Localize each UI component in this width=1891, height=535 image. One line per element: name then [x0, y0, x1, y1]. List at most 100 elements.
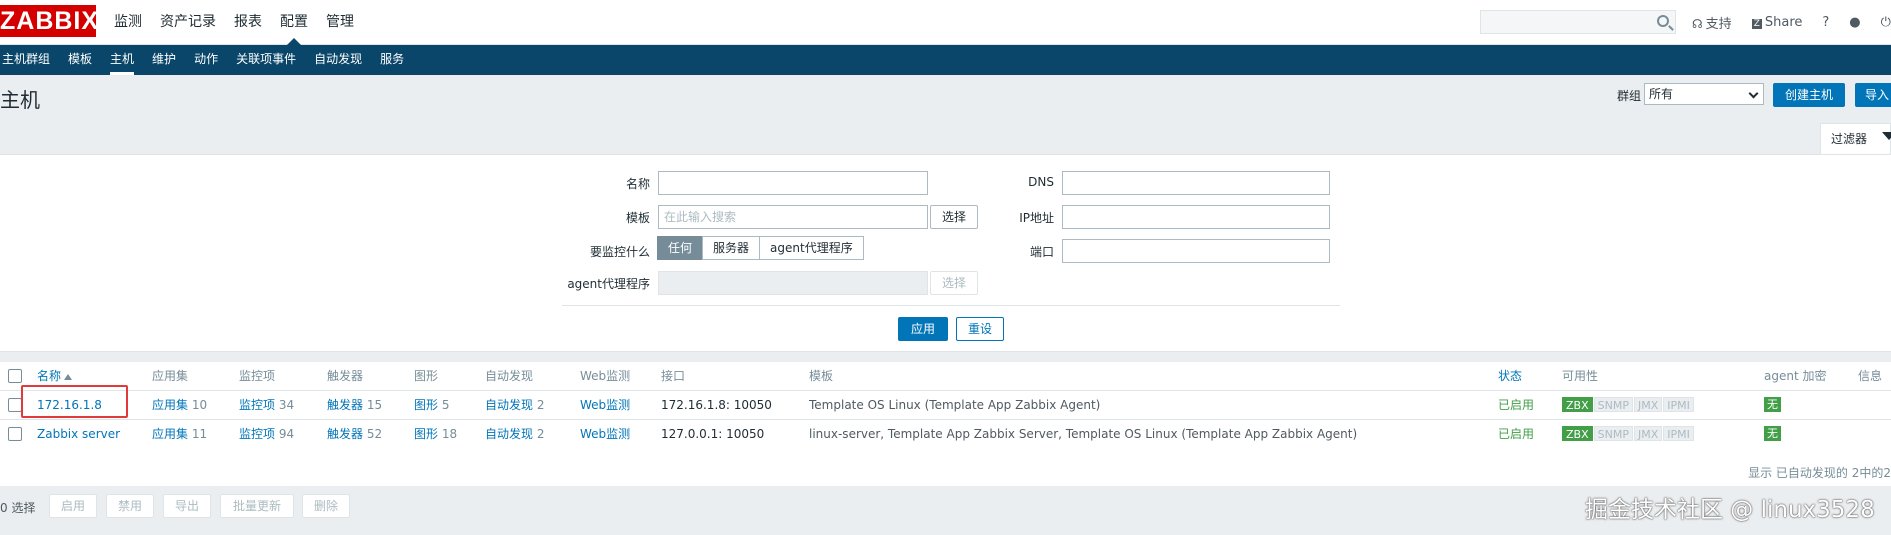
support-link[interactable]: ☊ 支持	[1692, 13, 1732, 32]
status-link[interactable]: 已启用	[1498, 420, 1534, 448]
col-status[interactable]: 状态	[1498, 362, 1522, 390]
monitored-by-any[interactable]: 任何	[657, 236, 704, 260]
monitored-by-proxy[interactable]: agent代理程序	[759, 236, 864, 260]
graphs-link[interactable]: 图形	[414, 427, 438, 441]
menu-reports[interactable]: 报表	[234, 0, 262, 45]
sub-menu: 主机群组 模板 主机 维护 动作 关联项事件 自动发现 服务	[0, 45, 1891, 75]
graphs-link[interactable]: 图形	[414, 398, 438, 412]
applications-link[interactable]: 应用集	[152, 427, 188, 441]
web-link[interactable]: Web监测	[580, 420, 630, 448]
templates-cell[interactable]: linux-server, Template App Zabbix Server…	[809, 420, 1357, 448]
triggers-link[interactable]: 触发器	[327, 427, 363, 441]
main-menu: 监测 资产记录 报表 配置 管理	[114, 0, 354, 46]
ip-field[interactable]	[1062, 205, 1330, 229]
submenu-hosts[interactable]: 主机	[110, 45, 135, 75]
templates-cell[interactable]: Template OS Linux (Template App Zabbix A…	[809, 391, 1100, 419]
ip-label: IP地址	[1019, 211, 1054, 225]
apply-button[interactable]: 应用	[898, 317, 948, 341]
port-field[interactable]	[1062, 239, 1330, 263]
graphs-cell: 图形 5	[414, 398, 450, 412]
help-link[interactable]: ?	[1822, 15, 1829, 30]
submenu-services[interactable]: 服务	[380, 45, 404, 75]
submenu-correlation[interactable]: 关联项事件	[236, 45, 296, 75]
col-items: 监控项	[239, 369, 276, 383]
table-footer-info: 显示 已自动发现的 2中的2	[1748, 466, 1891, 480]
applications-link[interactable]: 应用集	[152, 398, 188, 412]
ipmi-badge: IPMI	[1663, 397, 1694, 412]
sort-asc-icon	[64, 373, 73, 380]
table-row: Zabbix server 应用集 11 监控项 94 触发器 52 图形 18…	[0, 419, 1891, 448]
filter-icon	[1882, 132, 1891, 140]
template-label: 模板	[625, 211, 650, 225]
filter-divider	[562, 305, 1340, 306]
encryption-cell: 无	[1764, 426, 1781, 441]
items-link[interactable]: 监控项	[239, 427, 275, 441]
enable-button: 启用	[49, 494, 97, 518]
zbx-badge: ZBX	[1562, 397, 1593, 412]
interface-cell: 127.0.0.1: 10050	[661, 427, 765, 441]
import-button[interactable]: 导入	[1855, 83, 1891, 107]
search-input[interactable]	[1480, 10, 1676, 34]
menu-administration[interactable]: 管理	[326, 0, 354, 45]
delete-button: 删除	[302, 494, 350, 518]
submenu-discovery[interactable]: 自动发现	[314, 45, 362, 75]
encryption-badge: 无	[1764, 426, 1781, 441]
disable-button: 禁用	[106, 494, 154, 518]
template-search-input[interactable]: 在此输入搜索	[658, 205, 928, 229]
selected-count: 0 选择	[0, 501, 36, 515]
items-cell: 监控项 94	[239, 427, 295, 441]
submenu-templates[interactable]: 模板	[68, 45, 92, 75]
template-select-button[interactable]: 选择	[930, 205, 978, 229]
filter-tab[interactable]: 过滤器	[1820, 123, 1891, 155]
name-field[interactable]	[658, 171, 928, 195]
share-link[interactable]: Z Share	[1751, 15, 1802, 30]
submenu-maintenance[interactable]: 维护	[152, 45, 176, 75]
search-icon[interactable]	[1657, 15, 1669, 27]
discovery-link[interactable]: 自动发现	[485, 398, 533, 412]
dns-label: DNS	[1028, 175, 1054, 189]
watermark: 掘金技术社区 @ linux3528	[1585, 497, 1875, 523]
triggers-link[interactable]: 触发器	[327, 398, 363, 412]
interface-cell: 172.16.1.8: 10050	[661, 398, 772, 412]
filter-panel: 名称 模板 在此输入搜索 选择 要监控什么 agent代理程序 选择 DNS I…	[0, 154, 1891, 352]
monitored-by-server[interactable]: 服务器	[702, 236, 761, 260]
zabbix-logo[interactable]: ZABBIX	[0, 5, 98, 37]
proxy-label: agent代理程序	[567, 277, 650, 291]
row-checkbox[interactable]	[8, 427, 22, 441]
create-host-button[interactable]: 创建主机	[1773, 83, 1845, 107]
discovery-link[interactable]: 自动发现	[485, 427, 533, 441]
discovery-cell: 自动发现 2	[485, 398, 545, 412]
proxy-select-button: 选择	[930, 271, 978, 295]
encryption-badge: 无	[1764, 397, 1781, 412]
jmx-badge: JMX	[1633, 426, 1663, 441]
power-icon[interactable]: ⏻	[1881, 15, 1891, 30]
host-name-link[interactable]: Zabbix server	[37, 420, 120, 448]
triggers-cell: 触发器 52	[327, 427, 383, 441]
menu-monitoring[interactable]: 监测	[114, 0, 142, 45]
snmp-badge: SNMP	[1593, 397, 1633, 412]
reset-button[interactable]: 重设	[956, 317, 1004, 341]
export-button: 导出	[163, 494, 211, 518]
col-discovery: 自动发现	[485, 369, 534, 383]
items-link[interactable]: 监控项	[239, 398, 275, 412]
group-select[interactable]: 所有	[1644, 83, 1764, 105]
menu-configuration[interactable]: 配置	[280, 0, 308, 46]
ipmi-badge: IPMI	[1663, 426, 1694, 441]
submenu-host-groups[interactable]: 主机群组	[2, 45, 50, 75]
monitored-by-label: 要监控什么	[589, 245, 650, 259]
dns-field[interactable]	[1062, 171, 1330, 195]
web-link[interactable]: Web监测	[580, 391, 630, 419]
col-interface: 接口	[661, 369, 686, 383]
col-encryption: agent 加密	[1764, 369, 1827, 383]
table-row: 172.16.1.8 应用集 10 监控项 34 触发器 15 图形 5 自动发…	[0, 390, 1891, 419]
row-checkbox[interactable]	[8, 398, 22, 412]
col-templates: 模板	[809, 369, 834, 383]
menu-inventory[interactable]: 资产记录	[160, 0, 216, 45]
jmx-badge: JMX	[1633, 397, 1663, 412]
status-link[interactable]: 已启用	[1498, 391, 1534, 419]
user-icon[interactable]: ●	[1849, 15, 1860, 30]
submenu-actions[interactable]: 动作	[194, 45, 218, 75]
port-label: 端口	[1029, 245, 1054, 259]
top-bar: ZABBIX 监测 资产记录 报表 配置 管理 ☊ 支持 Z Share ? ● ⏻	[0, 0, 1891, 46]
select-all-checkbox[interactable]	[8, 369, 22, 383]
